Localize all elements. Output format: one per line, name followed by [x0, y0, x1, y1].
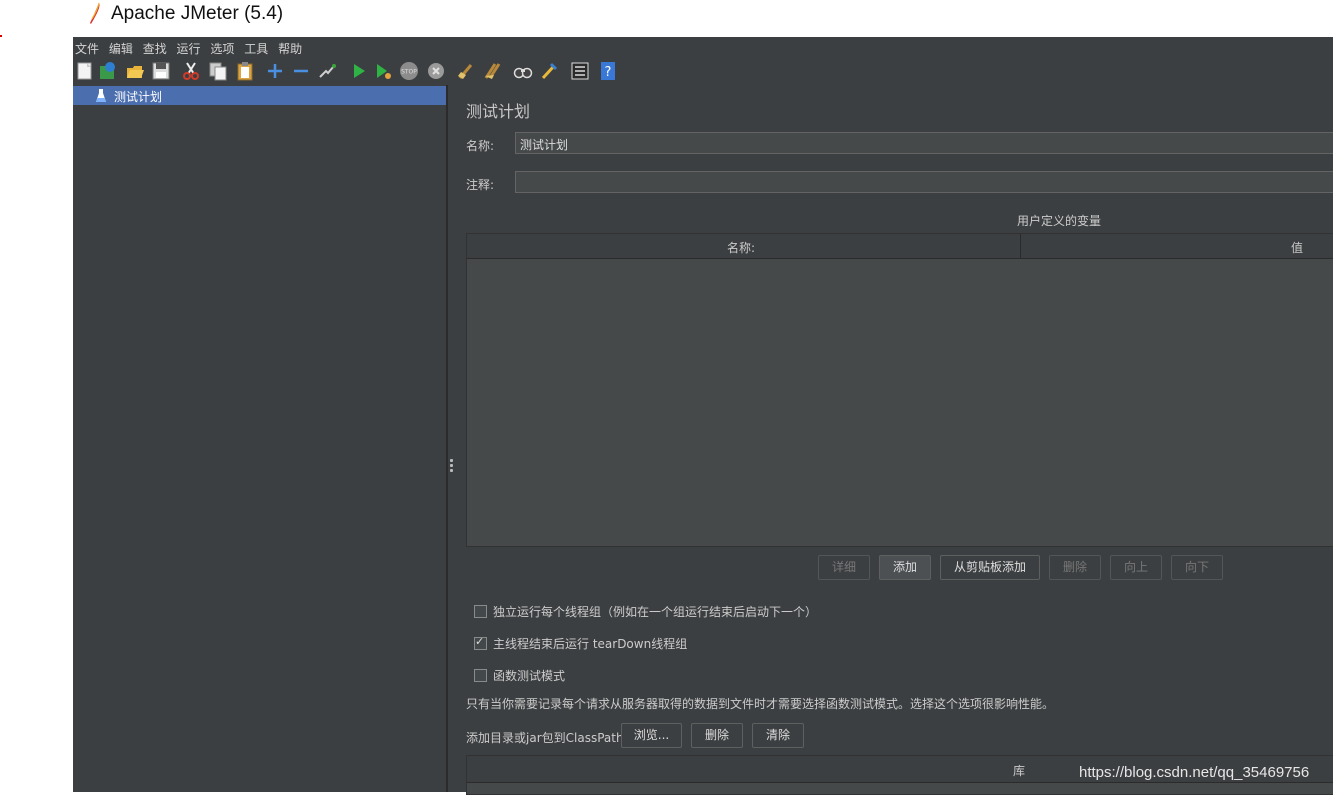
help-icon[interactable]: ? — [598, 61, 618, 81]
serialize-label: 独立运行每个线程组（例如在一个组运行结束后启动下一个） — [493, 605, 818, 619]
jmeter-feather-icon — [90, 2, 100, 24]
browse-button[interactable]: 浏览... — [621, 723, 682, 748]
paste-icon[interactable] — [235, 61, 255, 81]
menu-bar: 文件 编辑 查找 运行 选项 工具 帮助 — [73, 37, 1333, 58]
open-icon[interactable] — [125, 61, 145, 81]
page-title: 测试计划 — [466, 102, 531, 121]
table-header: 名称: 值 — [467, 234, 1333, 259]
copy-icon[interactable] — [208, 61, 228, 81]
menu-help[interactable]: 帮助 — [276, 37, 306, 57]
teardown-label: 主线程结束后运行 tearDown线程组 — [493, 637, 688, 651]
name-label: 名称: — [466, 139, 495, 153]
toolbar: STOP ? — [73, 58, 1333, 85]
menu-tools[interactable]: 工具 — [242, 37, 272, 57]
collapse-icon[interactable] — [291, 61, 311, 81]
svg-text:?: ? — [605, 65, 612, 80]
classpath-delete-button[interactable]: 删除 — [691, 723, 743, 748]
functional-mode-info: 只有当你需要记录每个请求从服务器取得的数据到文件时才需要选择函数测试模式。选择这… — [466, 697, 1055, 711]
svg-text:STOP: STOP — [401, 69, 417, 76]
start-no-pause-icon[interactable] — [373, 61, 393, 81]
classpath-clear-button[interactable]: 清除 — [752, 723, 804, 748]
test-plan-icon — [96, 89, 106, 102]
clear-icon[interactable] — [456, 61, 476, 81]
add-from-clipboard-button[interactable]: 从剪贴板添加 — [940, 555, 1040, 580]
search-icon[interactable] — [513, 61, 533, 81]
new-icon[interactable] — [75, 61, 95, 81]
serialize-checkbox[interactable] — [474, 605, 487, 618]
watermark: https://blog.csdn.net/qq_35469756 — [1079, 764, 1310, 781]
tree-item-label: 测试计划 — [114, 90, 163, 104]
expand-icon[interactable] — [265, 61, 285, 81]
teardown-option[interactable]: 主线程结束后运行 tearDown线程组 — [474, 635, 687, 652]
detail-button[interactable]: 详细 — [818, 555, 870, 580]
name-field[interactable]: 测试计划 — [515, 132, 1333, 154]
column-separator[interactable] — [1020, 234, 1021, 258]
user-variables-title: 用户定义的变量 — [1016, 214, 1101, 228]
functional-mode-option[interactable]: 函数测试模式 — [474, 667, 565, 684]
serialize-threadgroups-option[interactable]: 独立运行每个线程组（例如在一个组运行结束后启动下一个） — [474, 603, 817, 620]
split-grip-icon[interactable] — [450, 459, 453, 473]
tree-item-test-plan[interactable]: 测试计划 — [73, 86, 446, 105]
clear-all-icon[interactable] — [483, 61, 503, 81]
comment-label: 注释: — [466, 178, 495, 192]
functional-mode-label: 函数测试模式 — [493, 669, 566, 683]
teardown-checkbox[interactable] — [474, 635, 487, 650]
move-up-button[interactable]: 向上 — [1110, 555, 1162, 580]
delete-button[interactable]: 删除 — [1049, 555, 1101, 580]
move-down-button[interactable]: 向下 — [1171, 555, 1223, 580]
column-value[interactable]: 值 — [1291, 239, 1303, 256]
red-dot — [0, 35, 2, 37]
split-divider[interactable] — [446, 85, 448, 792]
test-plan-panel: 测试计划 名称: 测试计划 注释: 用户定义的变量 名称: 值 详细 添加 从剪… — [454, 85, 1333, 795]
classpath-label: 添加目录或jar包到ClassPath — [466, 731, 624, 745]
toggle-icon[interactable] — [317, 61, 337, 81]
menu-search[interactable]: 查找 — [141, 37, 171, 57]
add-button[interactable]: 添加 — [879, 555, 931, 580]
menu-file[interactable]: 文件 — [73, 37, 103, 57]
menu-run[interactable]: 运行 — [175, 37, 205, 57]
user-variables-table[interactable]: 名称: 值 — [466, 233, 1333, 547]
function-helper-icon[interactable] — [570, 61, 590, 81]
shutdown-icon[interactable] — [426, 61, 446, 81]
stop-icon[interactable]: STOP — [399, 61, 419, 81]
test-tree: 测试计划 — [73, 85, 446, 792]
templates-icon[interactable] — [98, 61, 118, 81]
comment-field[interactable] — [515, 171, 1333, 193]
column-name[interactable]: 名称: — [727, 239, 755, 256]
reset-search-icon[interactable] — [539, 61, 559, 81]
title-bar: Apache JMeter (5.4) — [73, 0, 1333, 37]
column-library[interactable]: 库 — [1013, 762, 1025, 779]
menu-edit[interactable]: 编辑 — [107, 37, 137, 57]
functional-mode-checkbox[interactable] — [474, 669, 487, 682]
start-icon[interactable] — [349, 61, 369, 81]
save-icon[interactable] — [151, 61, 171, 81]
window-title: Apache JMeter (5.4) — [111, 3, 284, 24]
cut-icon[interactable] — [181, 61, 201, 81]
jmeter-app: 文件 编辑 查找 运行 选项 工具 帮助 STOP ? 测试计划 测试计划 名称… — [73, 37, 1333, 795]
menu-options[interactable]: 选项 — [208, 37, 238, 57]
